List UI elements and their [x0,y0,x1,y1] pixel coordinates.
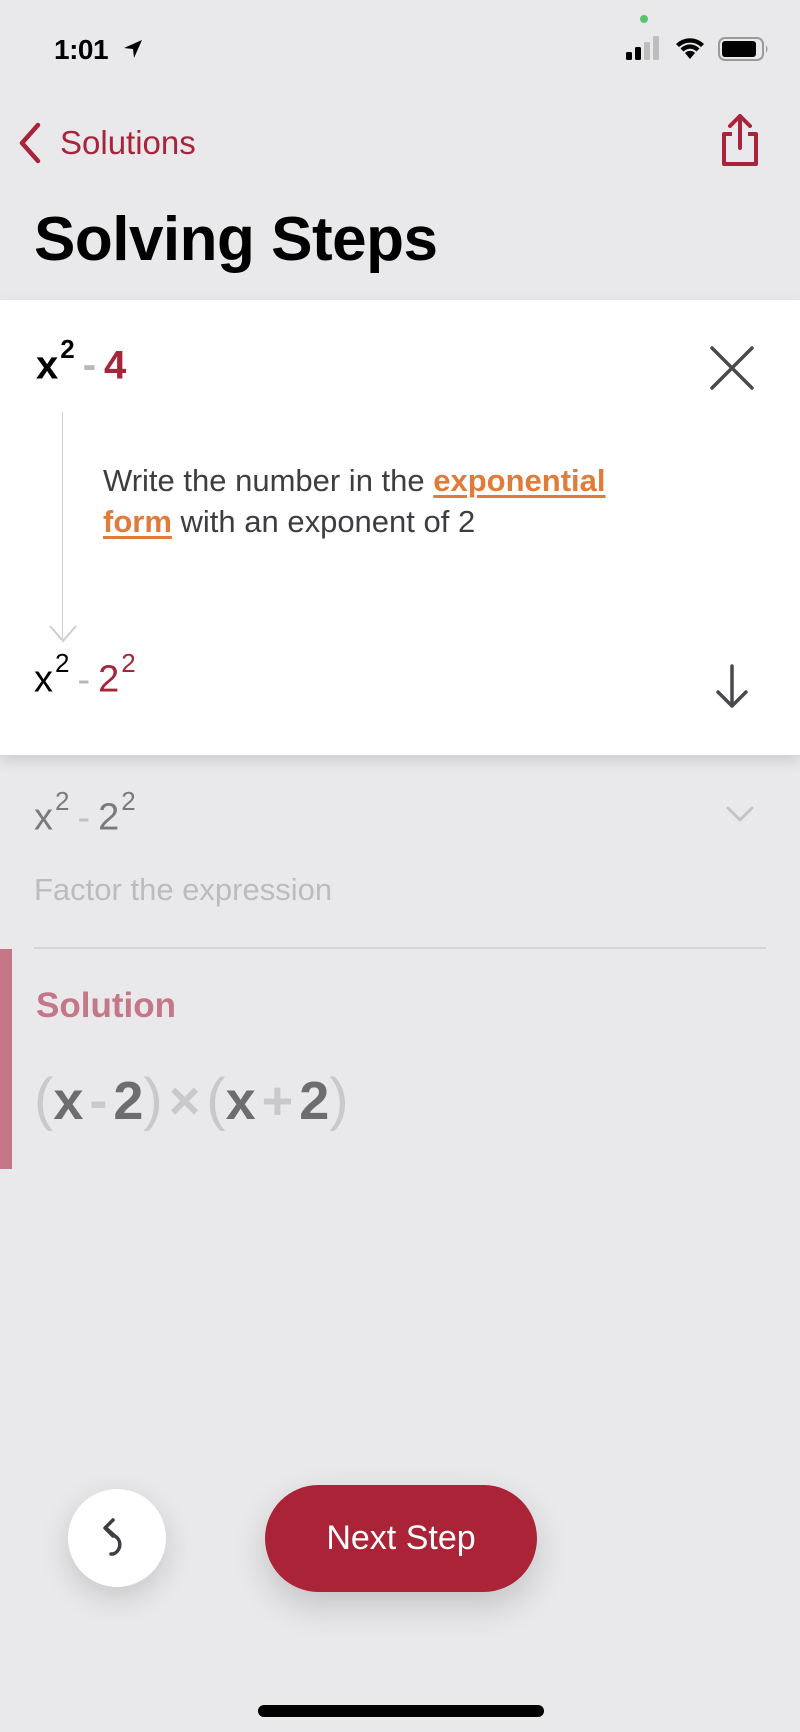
expression-after: x2-22 [34,648,136,702]
paren-close: ) [143,1067,163,1132]
paren-open: ( [34,1067,54,1132]
camera-indicator-dot [640,15,648,23]
expr-term-exponent: 2 [121,648,136,678]
step-description: Write the number in the exponential form… [103,460,683,542]
sol-var: x [53,1071,84,1131]
battery-icon [718,37,768,61]
current-step-card: x2-4 Write the number in the exponential… [0,300,800,755]
paren-open: ( [206,1067,226,1132]
paren-close: ) [329,1067,349,1132]
expr-term-exponent: 2 [121,786,136,816]
page-title: Solving Steps [34,205,438,274]
sol-operator: - [89,1071,108,1131]
sol-operator: + [261,1071,294,1131]
expr-base: x [34,658,53,701]
expr-exponent: 2 [55,786,70,816]
sol-num: 2 [299,1071,330,1131]
expr-operator: - [82,343,97,388]
expr-exponent: 2 [60,334,75,364]
status-time: 1:01 [54,34,109,65]
divider [34,947,766,949]
back-label: Solutions [60,124,196,161]
step-arrowhead-icon [49,625,77,643]
solution-label: Solution [36,986,176,1025]
sol-times: × [168,1071,201,1131]
chevron-left-icon [19,122,41,164]
expr-operator: - [77,796,91,839]
next-step-button[interactable]: Next Step [265,1485,537,1592]
solution-accent-bar [0,949,12,1169]
step-description-suffix: with an exponent of 2 [171,504,476,539]
expr-exponent: 2 [55,648,70,678]
cellular-signal-icon [626,36,659,60]
expr-base: x [36,343,59,388]
undo-button[interactable] [68,1489,166,1587]
close-icon[interactable] [708,344,756,392]
share-icon[interactable] [718,112,762,168]
collapsed-step-expression: x2-22 [34,786,136,840]
back-button[interactable]: Solutions [16,118,196,168]
chevron-down-icon[interactable] [724,802,756,826]
expr-term: 4 [104,343,127,388]
wifi-icon [676,38,704,59]
collapsed-step-description: Factor the expression [34,872,333,907]
expr-operator: - [77,658,91,701]
expr-term-base: 2 [98,658,120,701]
sol-var: x [225,1071,256,1131]
expression-before: x2-4 [36,334,127,388]
home-indicator[interactable] [258,1705,544,1717]
collapsed-step[interactable]: x2-22 Factor the expression [0,786,800,940]
undo-icon [103,1518,122,1556]
solution-expression: (x -2) × (x +2) [34,1066,349,1133]
expr-term-base: 2 [98,796,120,839]
status-bar: 1:01 [0,0,800,100]
down-arrow-icon[interactable] [712,662,752,710]
sol-num: 2 [113,1071,144,1131]
step-description-prefix: Write the number in the [103,463,434,498]
location-arrow-icon [124,40,142,58]
step-connector-line [62,412,63,640]
expr-base: x [34,796,53,839]
